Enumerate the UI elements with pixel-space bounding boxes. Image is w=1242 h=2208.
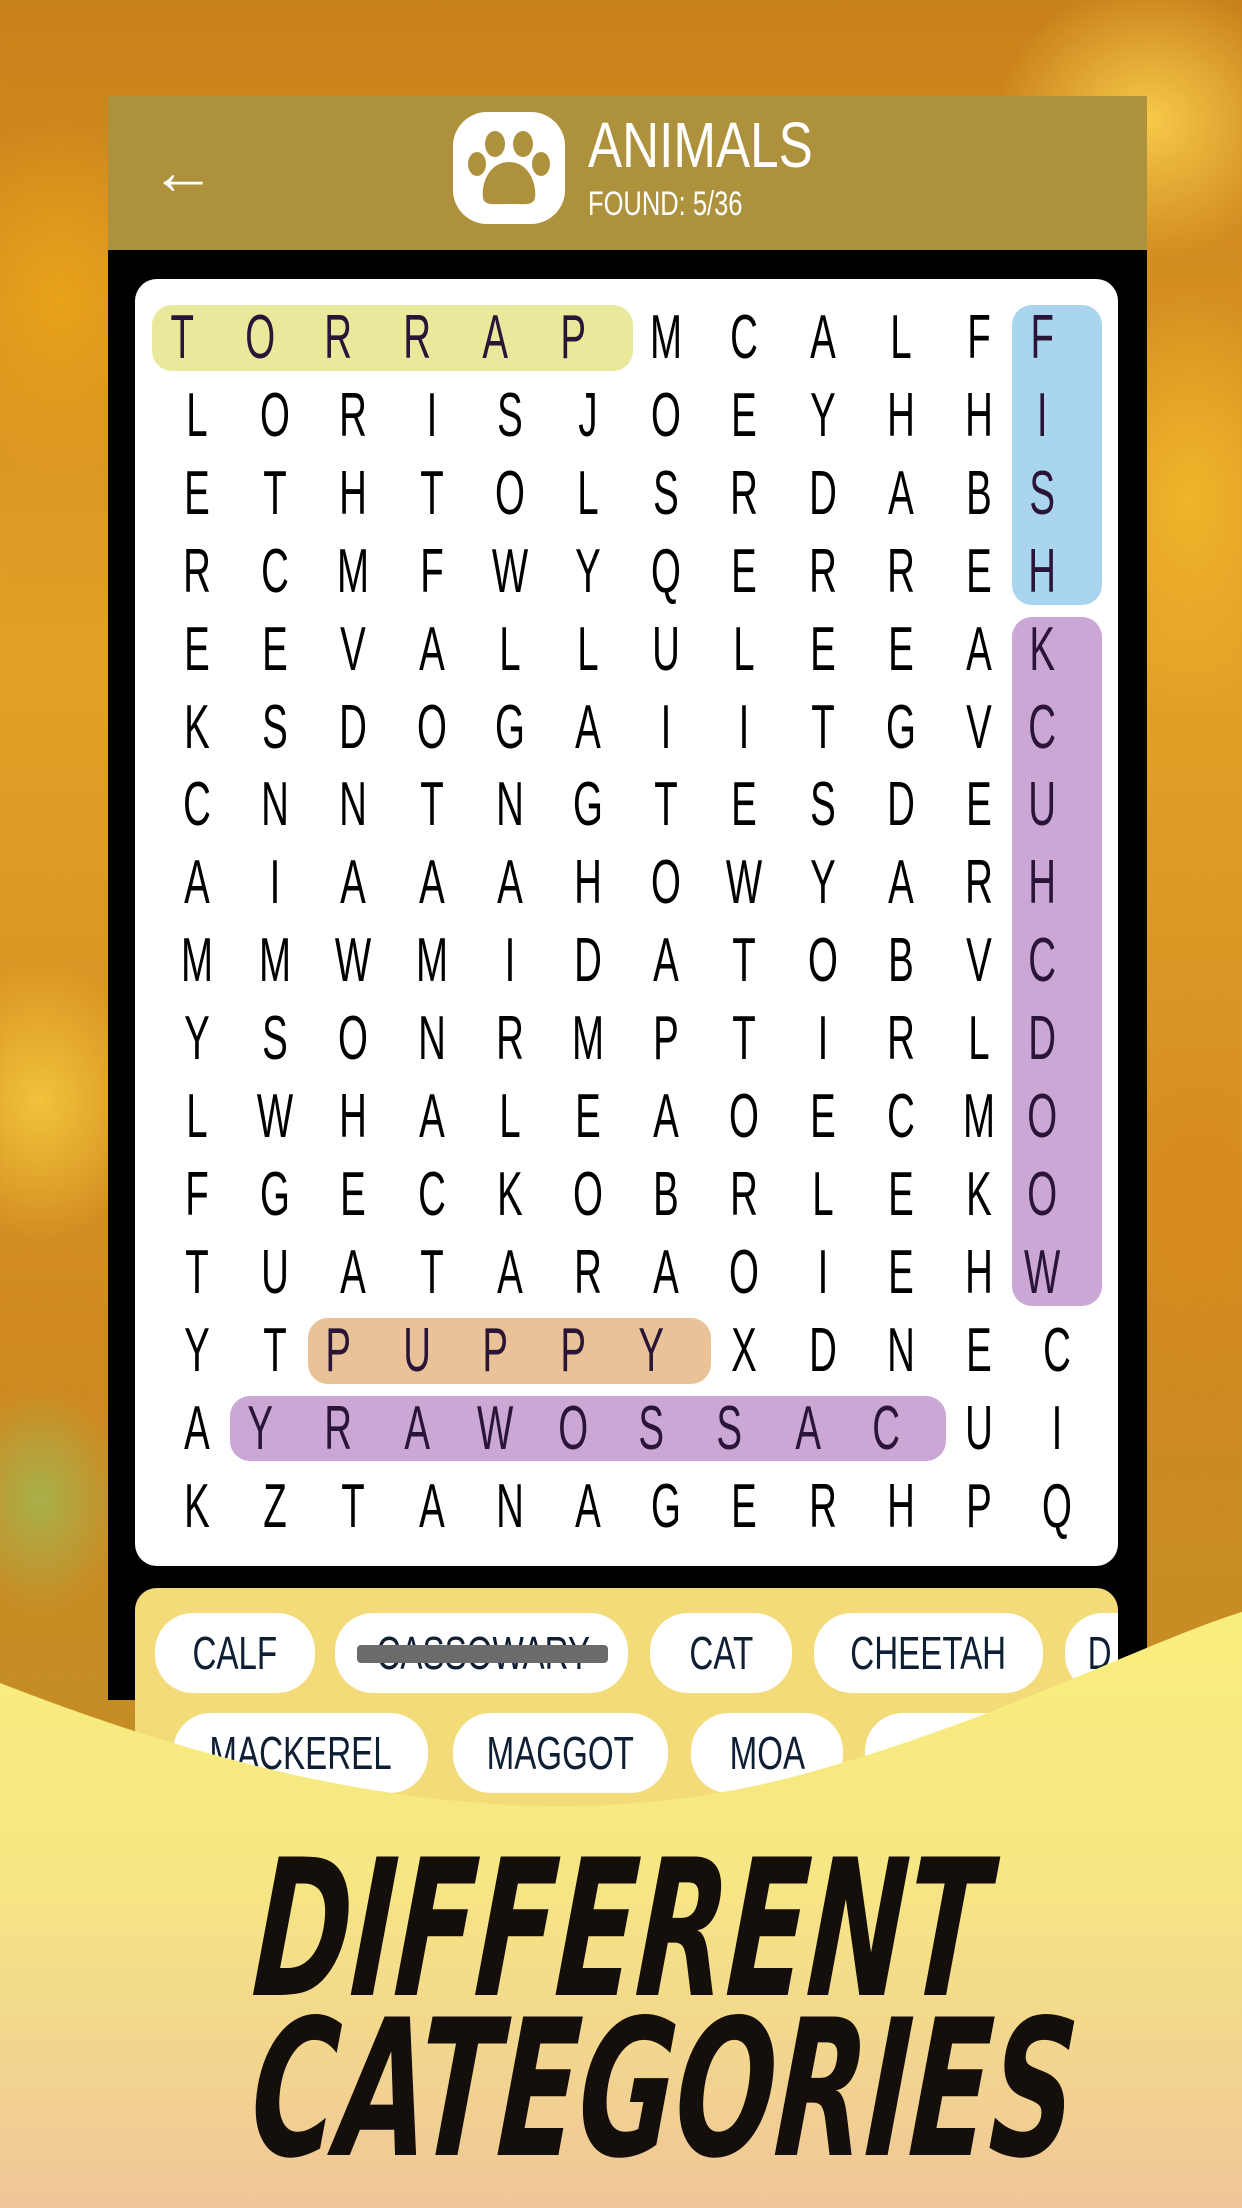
promo-line-2: CATEGORIES [245,1979,1084,2200]
